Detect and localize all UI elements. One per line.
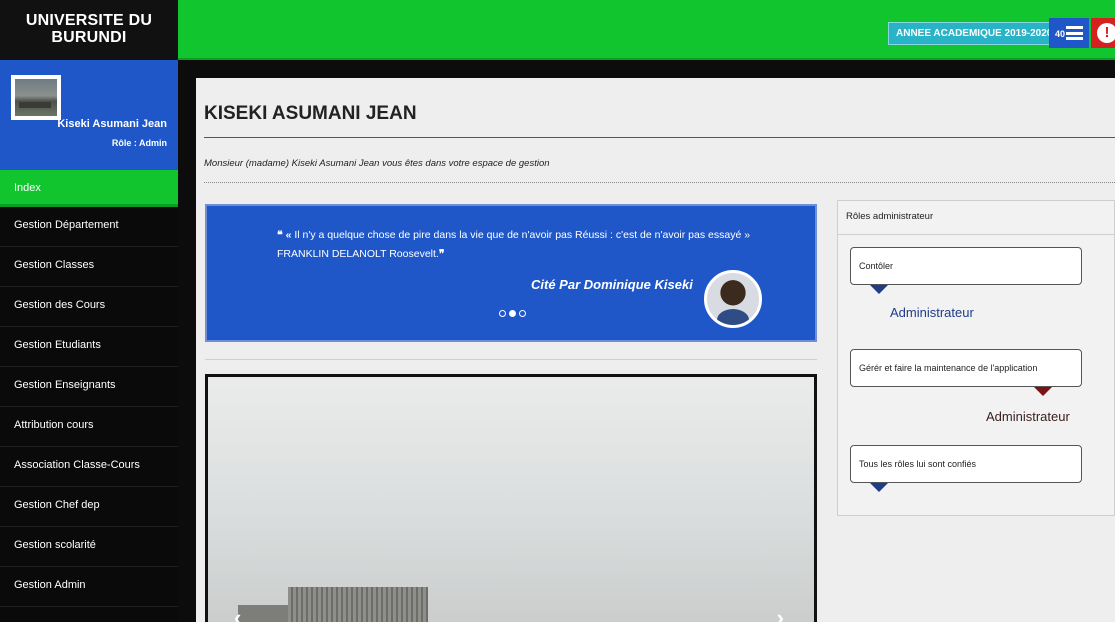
role-item: Contôler bbox=[850, 247, 1082, 285]
roles-heading: Rôles administrateur bbox=[838, 201, 1114, 235]
author-photo bbox=[704, 270, 762, 328]
top-bar: ANNEE ACADEMIQUE 2019-2020 40 ! bbox=[178, 0, 1115, 60]
dotted-divider bbox=[204, 182, 1115, 183]
pointer-down-icon bbox=[870, 285, 888, 294]
role-item: Tous les rôles lui sont confiés bbox=[850, 445, 1082, 483]
brand-line-2: BURUNDI bbox=[51, 29, 127, 46]
exclamation-icon: ! bbox=[1097, 23, 1115, 43]
pointer-down-icon bbox=[1034, 387, 1052, 396]
profile-name: Kiseki Asumani Jean bbox=[57, 118, 167, 130]
pointer-down-icon bbox=[870, 483, 888, 492]
brand-title: UNIVERSITE DU BURUNDI bbox=[0, 0, 178, 60]
alert-button[interactable]: ! bbox=[1091, 18, 1115, 48]
sidebar-item-attribution-cours[interactable]: Attribution cours bbox=[0, 407, 178, 447]
welcome-text: Monsieur (madame) Kiseki Asumani Jean vo… bbox=[204, 158, 550, 169]
role-owner: Administrateur bbox=[986, 409, 1070, 424]
quote-carousel[interactable]: ❝ « Il n'y a quelque chose de pire dans … bbox=[205, 204, 817, 342]
brand-line-1: UNIVERSITE DU bbox=[25, 12, 153, 29]
chevron-left-icon[interactable]: ‹ bbox=[234, 605, 241, 622]
sidebar: UNIVERSITE DU BURUNDI Kiseki Asumani Jea… bbox=[0, 0, 178, 622]
sidebar-item-admin[interactable]: Gestion Admin bbox=[0, 567, 178, 607]
sidebar-item-association-classe-cours[interactable]: Association Classe-Cours bbox=[0, 447, 178, 487]
sidebar-nav: Index Gestion Département Gestion Classe… bbox=[0, 170, 178, 607]
building-image bbox=[288, 587, 428, 622]
sidebar-item-index[interactable]: Index bbox=[0, 170, 178, 207]
carousel-dot-active[interactable] bbox=[509, 310, 516, 317]
sidebar-item-departement[interactable]: Gestion Département bbox=[0, 207, 178, 247]
quote-open-icon: ❝ « bbox=[277, 229, 292, 241]
title-divider bbox=[204, 137, 1115, 138]
carousel-dot[interactable] bbox=[519, 310, 526, 317]
quote-close-icon: ❞ bbox=[438, 248, 445, 260]
carousel-indicators bbox=[499, 310, 526, 317]
academic-year-button[interactable]: ANNEE ACADEMIQUE 2019-2020 bbox=[888, 22, 1061, 45]
user-profile: Kiseki Asumani Jean Rôle : Admin bbox=[0, 60, 178, 170]
profile-role: Rôle : Admin bbox=[111, 138, 167, 148]
quote-text: ❝ « Il n'y a quelque chose de pire dans … bbox=[277, 226, 767, 264]
notifications-count: 40 bbox=[1055, 29, 1066, 39]
sidebar-item-chef-dep[interactable]: Gestion Chef dep bbox=[0, 487, 178, 527]
bars-icon bbox=[1066, 26, 1083, 40]
chevron-right-icon[interactable]: › bbox=[777, 605, 784, 622]
quote-author: Cité Par Dominique Kiseki bbox=[531, 277, 693, 292]
avatar[interactable] bbox=[11, 75, 61, 120]
section-divider bbox=[205, 359, 817, 360]
roles-panel: Rôles administrateur Contôler Administra… bbox=[837, 200, 1115, 516]
page-title: KISEKI ASUMANI JEAN bbox=[204, 103, 417, 124]
carousel-dot[interactable] bbox=[499, 310, 506, 317]
role-owner: Administrateur bbox=[890, 305, 974, 320]
sidebar-item-cours[interactable]: Gestion des Cours bbox=[0, 287, 178, 327]
main-content: KISEKI ASUMANI JEAN Monsieur (madame) Ki… bbox=[196, 78, 1115, 622]
campus-photo-slider[interactable]: ‹ › bbox=[205, 374, 817, 622]
quote-body: Il n'y a quelque chose de pire dans la v… bbox=[277, 229, 751, 260]
avatar-image bbox=[15, 79, 57, 116]
sidebar-item-scolarite[interactable]: Gestion scolarité bbox=[0, 527, 178, 567]
sidebar-item-classes[interactable]: Gestion Classes bbox=[0, 247, 178, 287]
notifications-button[interactable]: 40 bbox=[1049, 18, 1089, 48]
sidebar-item-etudiants[interactable]: Gestion Etudiants bbox=[0, 327, 178, 367]
role-item: Gérér et faire la maintenance de l'appli… bbox=[850, 349, 1082, 387]
sidebar-item-enseignants[interactable]: Gestion Enseignants bbox=[0, 367, 178, 407]
